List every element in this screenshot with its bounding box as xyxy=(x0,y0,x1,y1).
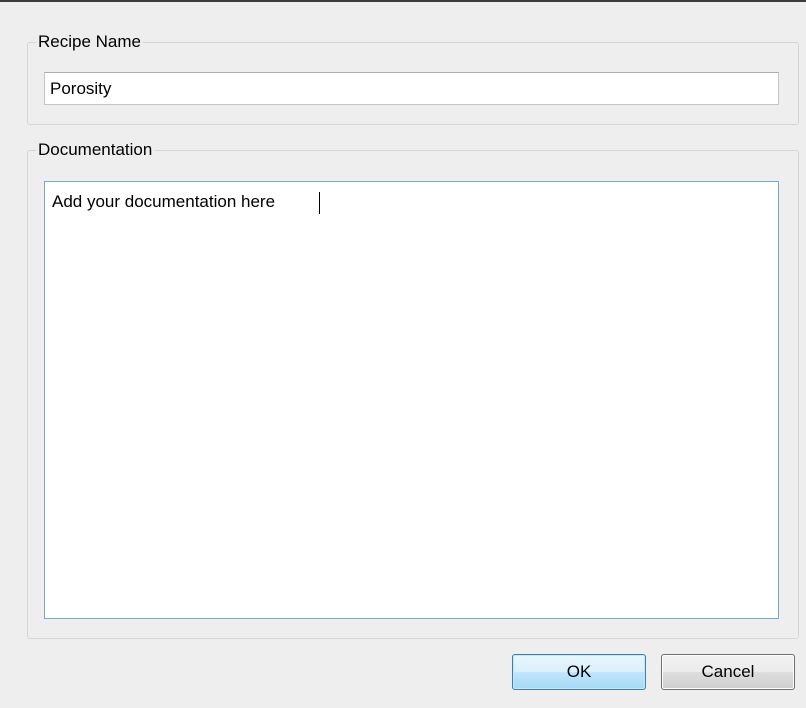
ok-button[interactable]: OK xyxy=(512,654,646,690)
recipe-name-legend: Recipe Name xyxy=(38,32,141,51)
text-caret xyxy=(319,192,320,214)
cancel-button[interactable]: Cancel xyxy=(661,654,795,690)
documentation-textarea[interactable]: Add your documentation here xyxy=(44,181,779,619)
recipe-name-input[interactable] xyxy=(44,72,779,105)
documentation-legend: Documentation xyxy=(38,140,153,159)
